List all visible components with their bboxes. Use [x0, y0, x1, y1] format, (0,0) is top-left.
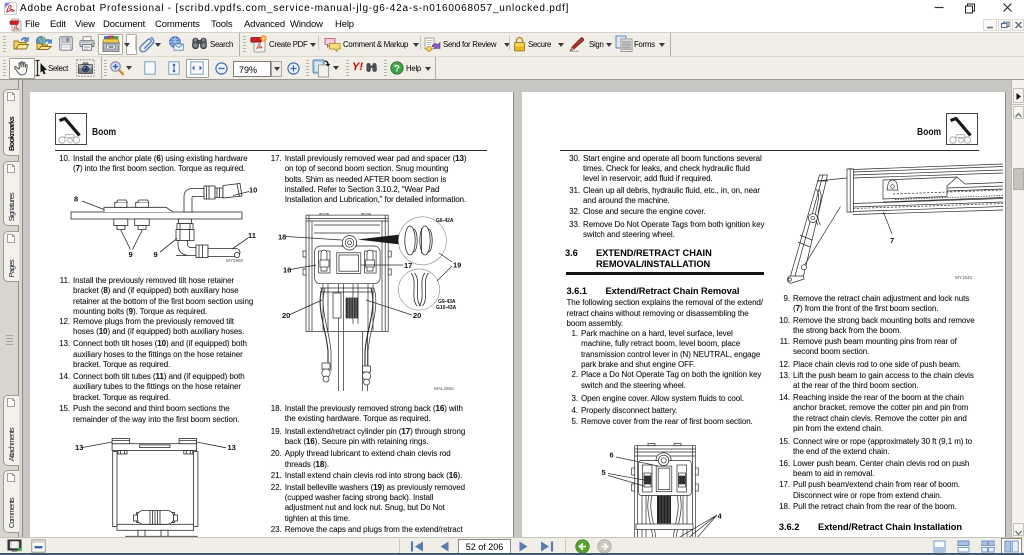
- svg-text:9: 9: [154, 250, 158, 259]
- svg-text:19: 19: [453, 261, 461, 270]
- svg-text:13: 13: [75, 443, 83, 452]
- svg-text:MY1540: MY1540: [955, 275, 973, 280]
- svg-text:18: 18: [278, 233, 286, 242]
- svg-text:5: 5: [602, 468, 606, 477]
- svg-text:11: 11: [248, 231, 256, 240]
- svg-text:10: 10: [249, 186, 257, 195]
- svg-text:16: 16: [283, 266, 291, 275]
- svg-text:MY3990: MY3990: [226, 258, 244, 263]
- svg-text:G6-42A: G6-42A: [436, 218, 454, 224]
- svg-text:8: 8: [74, 195, 78, 204]
- svg-text:MAL2660: MAL2660: [434, 386, 454, 391]
- svg-text:4: 4: [718, 512, 723, 521]
- svg-text:G10-43A: G10-43A: [436, 305, 457, 311]
- svg-text:17: 17: [404, 261, 412, 270]
- svg-text:6: 6: [610, 451, 614, 460]
- svg-text:9: 9: [129, 250, 133, 259]
- svg-text:?: ?: [394, 63, 400, 74]
- svg-text:20: 20: [413, 311, 421, 320]
- svg-text:7: 7: [890, 236, 894, 245]
- svg-text:20: 20: [282, 311, 290, 320]
- svg-text:13: 13: [228, 443, 236, 452]
